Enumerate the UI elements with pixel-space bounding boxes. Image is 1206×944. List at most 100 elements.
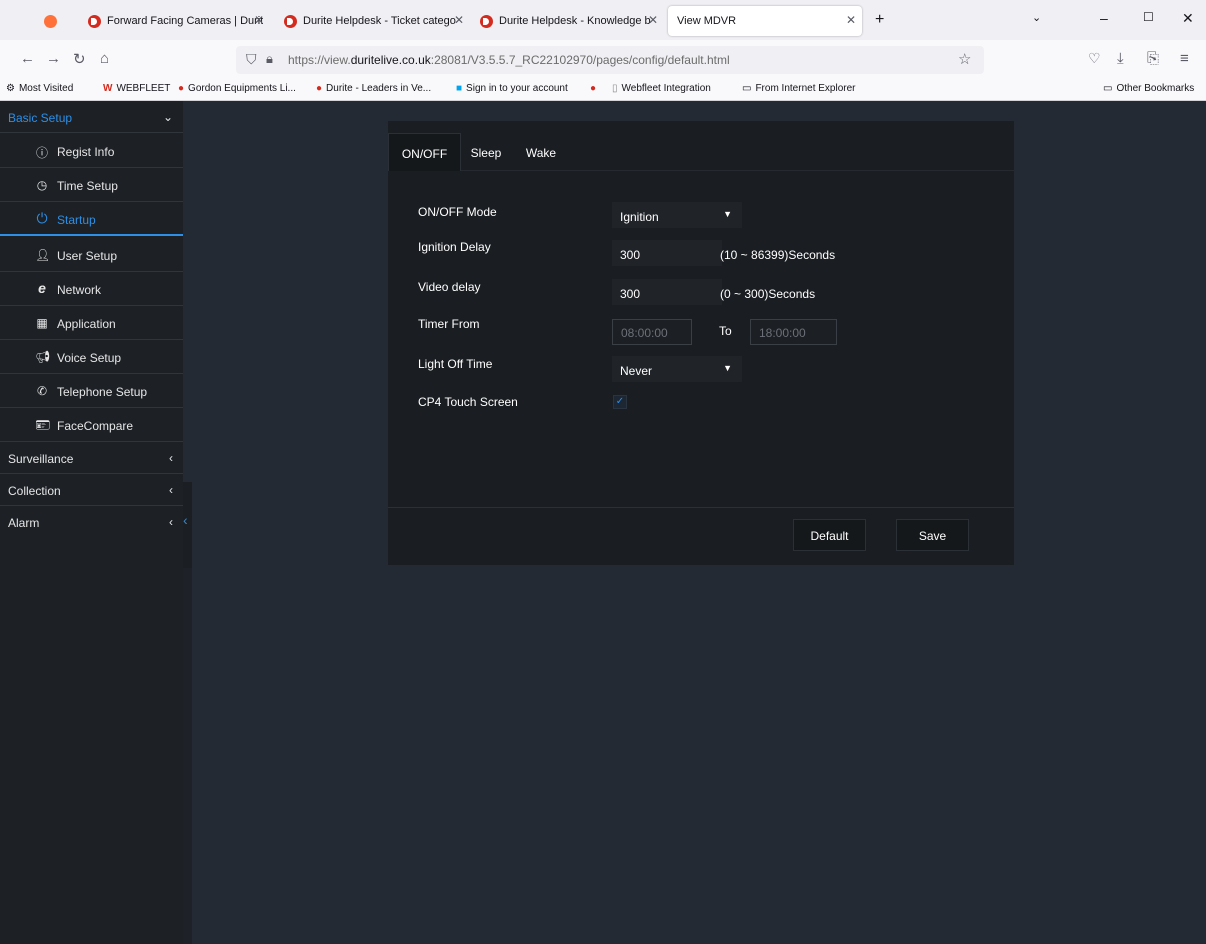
lock-icon[interactable]: 🔒︎ [266,51,273,67]
video-delay-input[interactable]: 300 [612,279,722,305]
tab-title: Forward Facing Cameras | Durit [107,15,264,27]
bookmark-label: Most Visited [18,83,74,94]
check-icon: ✓ [615,396,625,407]
sidebar-item-label: Startup [57,213,96,227]
sidebar-scrollbar[interactable] [183,568,192,944]
sidebar-item-label: Voice Setup [57,351,122,365]
sidebar-group-label: Surveillance [8,452,74,466]
close-icon[interactable]: ✕ [454,13,464,27]
bookmark-item[interactable]: ▯ Webfleet Integration [612,83,711,94]
sidebar-item-label: Time Setup [57,179,118,193]
light-off-time-label: Light Off Time [418,357,493,371]
sidebar-item-time-setup[interactable]: ◷ Time Setup [0,168,183,202]
forward-icon[interactable]: → [46,50,61,67]
input-value: 300 [620,248,641,262]
input-value: 18:00:00 [759,326,806,340]
input-value: 300 [620,287,641,301]
sidebar-item-facecompare[interactable]: 🪪︎ FaceCompare [0,408,183,442]
close-icon[interactable]: ✕ [648,13,658,27]
minimize-icon[interactable]: – [1100,10,1108,26]
sidebar-group-basic-setup[interactable]: Basic Setup ⌄ [0,101,183,133]
new-tab-icon[interactable]: + [875,11,884,29]
menu-icon[interactable]: ≡ [1180,50,1189,67]
select-value: Ignition [620,210,659,224]
ignition-delay-label: Ignition Delay [418,240,491,254]
browser-tab-active[interactable]: View MDVR ✕ [668,6,862,36]
sidebar-group-collection[interactable]: Collection ‹ [0,474,183,506]
other-bookmarks-folder[interactable]: ▭ Other Bookmarks [1103,83,1194,94]
pocket-icon[interactable]: ♡ [1088,50,1101,67]
caret-down-icon: ▼ [723,209,732,219]
folder-icon: ▭ [742,83,752,94]
browser-tab[interactable]: Durite Helpdesk - Ticket catego ✕ [276,6,470,36]
bookmark-label: Webfleet Integration [621,83,711,94]
sidebar-group-surveillance[interactable]: Surveillance ‹ [0,442,183,474]
bookmark-label: Other Bookmarks [1116,83,1195,94]
folder-icon: ▭ [1103,83,1113,94]
tab-sleep[interactable]: Sleep [461,133,511,171]
sidebar-group-alarm[interactable]: Alarm ‹ [0,506,183,538]
user-icon: 👤︎ [35,248,51,262]
bookmarks-toolbar: ⚙ Most Visited W WEBFLEET ● Gordon Equipmen… [0,79,1206,101]
sidebar-item-user-setup[interactable]: 👤︎ User Setup [0,238,183,272]
bookmark-star-icon[interactable]: ☆ [958,50,971,68]
tab-title: Durite Helpdesk - Ticket catego [303,15,456,27]
home-icon[interactable]: ⌂ [100,50,109,67]
firefox-menu-icon[interactable] [44,6,63,36]
back-icon[interactable]: ← [20,50,35,67]
bookmark-label: From Internet Explorer [755,83,856,94]
bookmark-label: Sign in to your account [466,83,568,94]
browser-tab[interactable]: Forward Facing Cameras | Durit ✕ [80,6,270,36]
close-window-icon[interactable]: ✕ [1182,10,1194,27]
sidebar-item-network[interactable]: e Network [0,272,183,306]
timer-to-input[interactable]: 18:00:00 [750,319,837,345]
url-bar[interactable]: ⛉ 🔒︎ https://view.duritelive.co.uk:28081… [236,46,984,74]
select-value: Never [620,364,653,378]
bookmark-item[interactable]: ● Gordon Equipments Li... [178,83,296,94]
timer-from-label: Timer From [418,317,480,331]
divider [388,507,1014,508]
shield-icon[interactable]: ⛉ [246,51,257,68]
url-text[interactable]: https://view.duritelive.co.uk:28081/V3.5… [288,53,730,67]
browser-tab[interactable]: Durite Helpdesk - Knowledge b ✕ [472,6,664,36]
sidebar-item-regist-info[interactable]: ⓘ Regist Info [0,134,183,168]
bookmark-item[interactable]: W WEBFLEET [103,83,170,94]
video-delay-label: Video delay [418,280,481,294]
tab-on-off[interactable]: ON/OFF [388,133,461,171]
sidebar-item-startup[interactable]: ⏻ Startup [0,202,183,236]
bookmark-label: WEBFLEET [116,83,171,94]
download-icon[interactable]: ⤓ [1117,50,1124,67]
maximize-icon[interactable]: ☐ [1143,10,1154,24]
on-off-mode-select[interactable]: Ignition ▼ [612,202,742,228]
sidebar-item-label: User Setup [57,249,118,263]
sidebar-collapse-toggle[interactable]: ‹ [183,482,192,568]
bookmark-item[interactable]: ● Durite - Leaders in Ve... [316,83,431,94]
close-icon[interactable]: ✕ [846,13,856,27]
durite-icon [284,14,297,28]
bookmark-folder[interactable]: ▭ From Internet Explorer [742,83,856,94]
bookmark-item[interactable]: ■ Sign in to your account [456,83,568,94]
reload-icon[interactable]: ↻ [73,50,86,68]
button-label: Default [810,529,849,543]
sidebar-item-application[interactable]: ▦ Application [0,306,183,340]
bookmark-item[interactable]: ● [590,83,600,94]
tab-list-icon[interactable]: ⌄ [1032,11,1041,24]
tab-wake[interactable]: Wake [511,133,571,171]
light-off-time-select[interactable]: Never ▼ [612,356,742,382]
sidebar-item-telephone-setup[interactable]: ✆ Telephone Setup [0,374,183,408]
url-suffix: :28081/V3.5.5.7_RC22102970/pages/config/… [430,53,730,67]
cp4-touch-screen-label: CP4 Touch Screen [418,395,518,409]
save-button[interactable]: Save [896,519,969,551]
sidebar-item-voice-setup[interactable]: 📢︎ Voice Setup [0,340,183,374]
tab-label: ON/OFF [401,147,448,161]
video-delay-range: (0 ~ 300)Seconds [720,287,816,301]
bookmark-item[interactable]: ⚙ Most Visited [6,83,73,94]
ignition-delay-input[interactable]: 300 [612,240,722,266]
chevron-left-icon: ‹ [169,451,173,465]
button-label: Save [918,529,947,543]
extensions-icon[interactable]: ⎘ [1147,50,1159,67]
timer-from-input[interactable]: 08:00:00 [612,319,692,345]
close-icon[interactable]: ✕ [254,13,264,27]
cp4-touch-screen-checkbox[interactable]: ✓ [613,395,627,409]
default-button[interactable]: Default [793,519,866,551]
